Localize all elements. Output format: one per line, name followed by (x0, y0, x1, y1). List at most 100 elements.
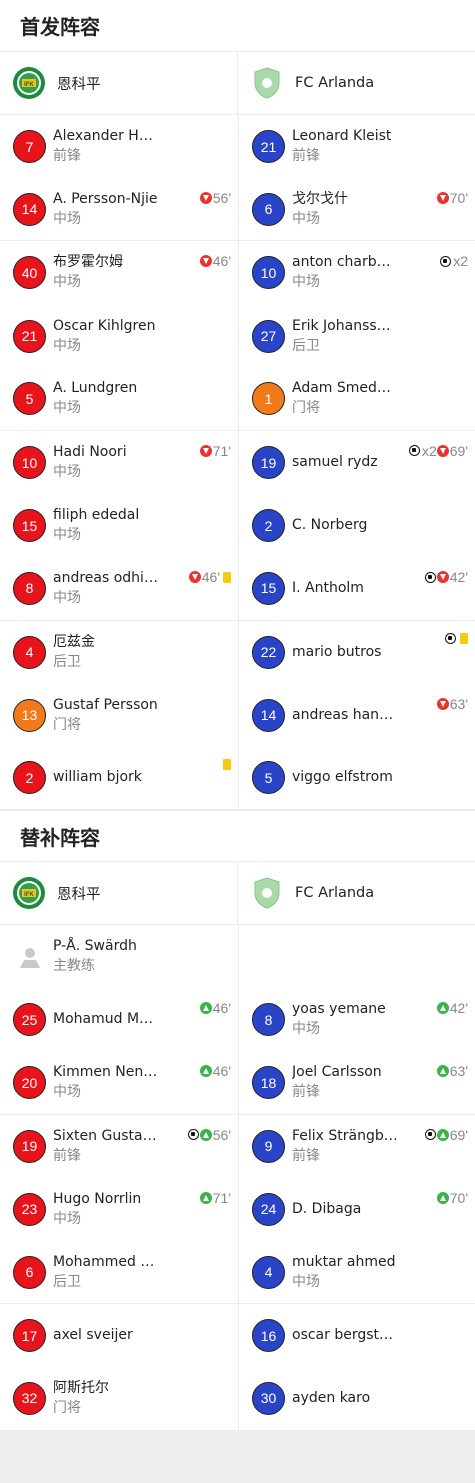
player-info: D. Dibaga (292, 1200, 361, 1219)
shirt-number-badge: 8 (13, 571, 46, 605)
player-row[interactable]: 21 Leonard Kleist 前锋 (239, 115, 475, 178)
subs-home-team-header[interactable]: IFK 恩科平 (0, 862, 237, 924)
player-position: 门将 (292, 400, 320, 417)
shirt-number-badge: 21 (13, 319, 46, 353)
player-info: Oscar Kihlgren 中场 (53, 317, 155, 356)
player-info: Joel Carlsson 前锋 (292, 1063, 382, 1102)
player-row[interactable]: 15 I. Antholm 42' (239, 557, 475, 621)
player-row[interactable]: 23 Hugo Norrlin 中场 71' (0, 1178, 238, 1241)
shirt-number-badge: 18 (252, 1066, 285, 1100)
event-text: x2 (453, 253, 468, 270)
player-position: 前锋 (292, 1147, 320, 1164)
shirt-number-badge: 17 (13, 1319, 46, 1353)
player-row[interactable]: 18 Joel Carlsson 前锋 63' (239, 1051, 475, 1115)
subs-away-team-header[interactable]: FC Arlanda (237, 862, 475, 925)
player-row[interactable]: 21 Oscar Kihlgren 中场 (0, 305, 238, 368)
player-row[interactable]: 13 Gustaf Persson 门将 (0, 684, 238, 747)
player-row[interactable]: 7 Alexander Hu… 前锋 (0, 115, 238, 178)
player-events: 70' (436, 190, 468, 206)
player-name: Hugo Norrlin (53, 1190, 142, 1207)
player-row[interactable]: 17 axel sveijer (0, 1304, 238, 1367)
sub-out-icon (436, 192, 449, 205)
player-name: 厄兹金 (53, 633, 95, 650)
sub-in-icon (436, 1065, 449, 1078)
player-name: Leonard Kleist (292, 128, 392, 145)
shirt-number-badge: 4 (13, 635, 46, 669)
player-row[interactable]: 40 布罗霍尔姆 中场 46' (0, 241, 238, 304)
player-row[interactable]: 2 william bjork (0, 747, 238, 811)
player-row[interactable]: 4 厄兹金 后卫 (0, 621, 238, 684)
player-events: 42' (436, 1000, 468, 1017)
player-row[interactable]: 10 Hadi Noori 中场 71' (0, 431, 238, 494)
player-name: samuel rydz (292, 454, 378, 471)
player-row[interactable]: 1 Adam Smedb… 门将 (239, 368, 475, 431)
shirt-number-badge: 6 (252, 192, 285, 226)
shirt-number-badge: 24 (252, 1192, 285, 1226)
player-info: Erik Johanss… 后卫 (292, 317, 391, 356)
subs-home-team-logo-icon: IFK (12, 876, 46, 910)
player-name: Adam Smedb… (292, 380, 398, 397)
player-row[interactable]: 14 A. Persson-Njie 中场 56' (0, 178, 238, 242)
player-events: 46' (188, 569, 231, 585)
player-position: 中场 (53, 464, 81, 481)
player-row[interactable]: 6 戈尔戈什 中场 70' (239, 178, 475, 242)
player-name: andreas odhi… (53, 569, 158, 586)
event-text: 46' (212, 1063, 231, 1080)
away-team-header[interactable]: FC Arlanda (237, 52, 475, 114)
player-info: 厄兹金 后卫 (53, 633, 95, 672)
sub-in-icon (199, 1128, 212, 1141)
shirt-number-badge: 14 (13, 192, 46, 226)
player-row[interactable]: 2 C. Norberg (239, 494, 475, 557)
player-row[interactable]: 4 muktar ahmed 中场 (239, 1241, 475, 1305)
player-position: 后卫 (53, 653, 81, 670)
sub-out-icon (199, 192, 212, 205)
player-row[interactable]: 8 andreas odhi… 中场 46' (0, 557, 238, 621)
shirt-number-badge: 13 (13, 698, 46, 732)
lineup-page: 首发阵容 IFK 恩科平 FC Arlanda 7 Alexander Hu… … (0, 0, 475, 1481)
player-position: 中场 (292, 210, 320, 227)
player-row[interactable]: 30 ayden karo (239, 1367, 475, 1431)
player-row[interactable]: 19 samuel rydz x2 69' (239, 431, 475, 494)
home-team-header[interactable]: IFK 恩科平 (0, 52, 237, 114)
player-row[interactable]: 6 Mohammed … 后卫 (0, 1241, 238, 1305)
player-row[interactable]: 27 Erik Johanss… 后卫 (239, 305, 475, 368)
player-row[interactable]: 8 yoas yemane 中场 42' (239, 988, 475, 1051)
player-position: 中场 (53, 210, 81, 227)
player-row[interactable]: 14 andreas hansen 63' (239, 684, 475, 747)
shirt-number-badge: 16 (252, 1319, 285, 1353)
player-row[interactable]: 32 阿斯托尔 门将 (0, 1367, 238, 1431)
player-row[interactable]: 9 Felix Strängb… 前锋 69' (239, 1115, 475, 1178)
player-info: andreas hansen (292, 706, 398, 725)
player-row[interactable]: 16 oscar bergstedt (239, 1304, 475, 1367)
player-name: axel sveijer (53, 1327, 133, 1344)
player-info: filiph ededal 中场 (53, 506, 139, 545)
player-position: 前锋 (53, 1147, 81, 1164)
player-row[interactable]: 22 mario butros (239, 621, 475, 684)
coach-row[interactable]: P-Å. Swärdh 主教练 (0, 925, 238, 988)
player-row[interactable]: 19 Sixten Gustaf… 前锋 56' (0, 1115, 238, 1178)
player-info: Alexander Hu… 前锋 (53, 127, 159, 166)
player-info: Sixten Gustaf… 前锋 (53, 1127, 159, 1166)
shirt-number-badge: 10 (252, 256, 285, 290)
player-row[interactable]: 15 filiph ededal 中场 (0, 494, 238, 557)
shirt-number-badge: 5 (13, 382, 46, 416)
player-position: 前锋 (292, 1084, 320, 1101)
player-position: 中场 (53, 1210, 81, 1227)
player-events: 71' (199, 443, 231, 459)
player-row[interactable]: 20 Kimmen Nen… 中场 46' (0, 1051, 238, 1115)
player-events: 46' (199, 253, 231, 269)
player-row[interactable]: 5 A. Lundgren 中场 (0, 368, 238, 431)
event-text: 42' (449, 1000, 468, 1017)
player-row[interactable]: 24 D. Dibaga 70' (239, 1178, 475, 1241)
sub-out-icon (199, 255, 212, 268)
player-position: 门将 (53, 1399, 81, 1416)
player-position: 中场 (53, 1084, 81, 1101)
player-row[interactable]: 10 anton charbachi 中场 x2 (239, 241, 475, 304)
player-info: A. Persson-Njie 中场 (53, 190, 158, 229)
shirt-number-badge: 4 (252, 1255, 285, 1289)
player-row[interactable]: 5 viggo elfstrom (239, 747, 475, 811)
home-team-name: 恩科平 (57, 76, 101, 93)
player-row[interactable]: 25 Mohamud Mu… 46' (0, 988, 238, 1051)
shirt-number-badge: 14 (252, 698, 285, 732)
sub-out-icon (436, 444, 449, 457)
